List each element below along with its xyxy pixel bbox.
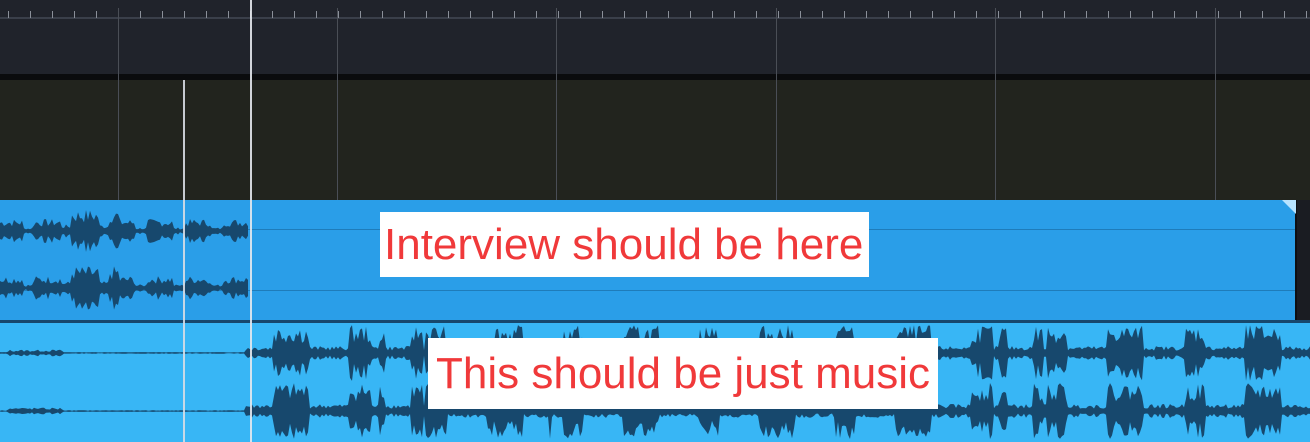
ruler-tick	[822, 11, 823, 18]
ruler-tick	[668, 11, 669, 18]
ruler-tick	[536, 11, 537, 18]
ruler-tick	[866, 11, 867, 18]
ruler-tick	[1306, 11, 1307, 18]
playhead-marker[interactable]	[183, 80, 185, 442]
ruler-baseline	[0, 17, 1310, 19]
ruler-tick	[1240, 11, 1241, 18]
playhead-cursor[interactable]	[250, 0, 252, 442]
annotation-music-label: This should be just music	[428, 338, 938, 409]
ruler-tick	[800, 11, 801, 18]
ruler-tick	[888, 11, 889, 18]
bar-line	[776, 8, 777, 200]
bar-line	[1215, 8, 1216, 200]
ruler-tick	[448, 11, 449, 18]
ruler-tick	[1152, 11, 1153, 18]
annotation-interview-label: Interview should be here	[380, 212, 870, 277]
ruler-tick	[492, 11, 493, 18]
ruler-tick	[382, 11, 383, 18]
ruler-tick	[272, 11, 273, 18]
ruler-tick	[1174, 11, 1175, 18]
ruler-tick	[778, 11, 779, 18]
ruler-tick	[844, 11, 845, 18]
ruler-tick	[96, 11, 97, 18]
ruler-tick	[1042, 11, 1043, 18]
track-empty-area	[1297, 200, 1310, 320]
bar-line	[995, 8, 996, 200]
ruler-tick	[558, 11, 559, 18]
ruler-tick	[646, 11, 647, 18]
ruler-tick	[756, 11, 757, 18]
ruler-tick	[514, 11, 515, 18]
ruler-tick	[1284, 11, 1285, 18]
ruler-tick	[690, 11, 691, 18]
bar-line	[556, 8, 557, 200]
bar-line	[118, 8, 119, 200]
ruler-tick	[52, 11, 53, 18]
interview-waveform	[0, 210, 248, 310]
ruler-tick	[1108, 11, 1109, 18]
ruler-tick	[624, 11, 625, 18]
ruler-tick	[206, 11, 207, 18]
ruler-tick	[910, 11, 911, 18]
bar-line	[337, 8, 338, 200]
ruler-tick	[228, 11, 229, 18]
ruler-tick	[426, 11, 427, 18]
ruler-tick	[712, 11, 713, 18]
waveform-channel	[0, 266, 248, 310]
empty-track-lane[interactable]	[0, 80, 1310, 200]
ruler-tick	[602, 11, 603, 18]
ruler-tick	[1130, 11, 1131, 18]
ruler-tick	[140, 11, 141, 18]
waveform-channel	[0, 210, 248, 252]
ruler-tick	[294, 11, 295, 18]
ruler-tick	[1020, 11, 1021, 18]
ruler-tick	[976, 11, 977, 18]
ruler-tick	[998, 11, 999, 18]
clip-corner-marker[interactable]	[1282, 200, 1296, 214]
ruler-tick	[932, 11, 933, 18]
ruler-tick	[316, 11, 317, 18]
ruler-tick	[1262, 11, 1263, 18]
ruler-tick	[338, 11, 339, 18]
ruler-tick	[74, 11, 75, 18]
ruler-tick	[734, 11, 735, 18]
ruler-tick	[8, 11, 9, 18]
ruler-tick	[162, 11, 163, 18]
ruler-tick	[1196, 11, 1197, 18]
timeline-ruler[interactable]	[0, 0, 1310, 74]
ruler-tick	[404, 11, 405, 18]
ruler-tick	[360, 11, 361, 18]
ruler-tick	[470, 11, 471, 18]
ruler-tick	[184, 11, 185, 18]
ruler-tick	[1086, 11, 1087, 18]
ruler-tick	[1064, 11, 1065, 18]
ruler-tick	[1218, 11, 1219, 18]
ruler-tick	[580, 11, 581, 18]
ruler-tick	[954, 11, 955, 18]
ruler-tick	[30, 11, 31, 18]
